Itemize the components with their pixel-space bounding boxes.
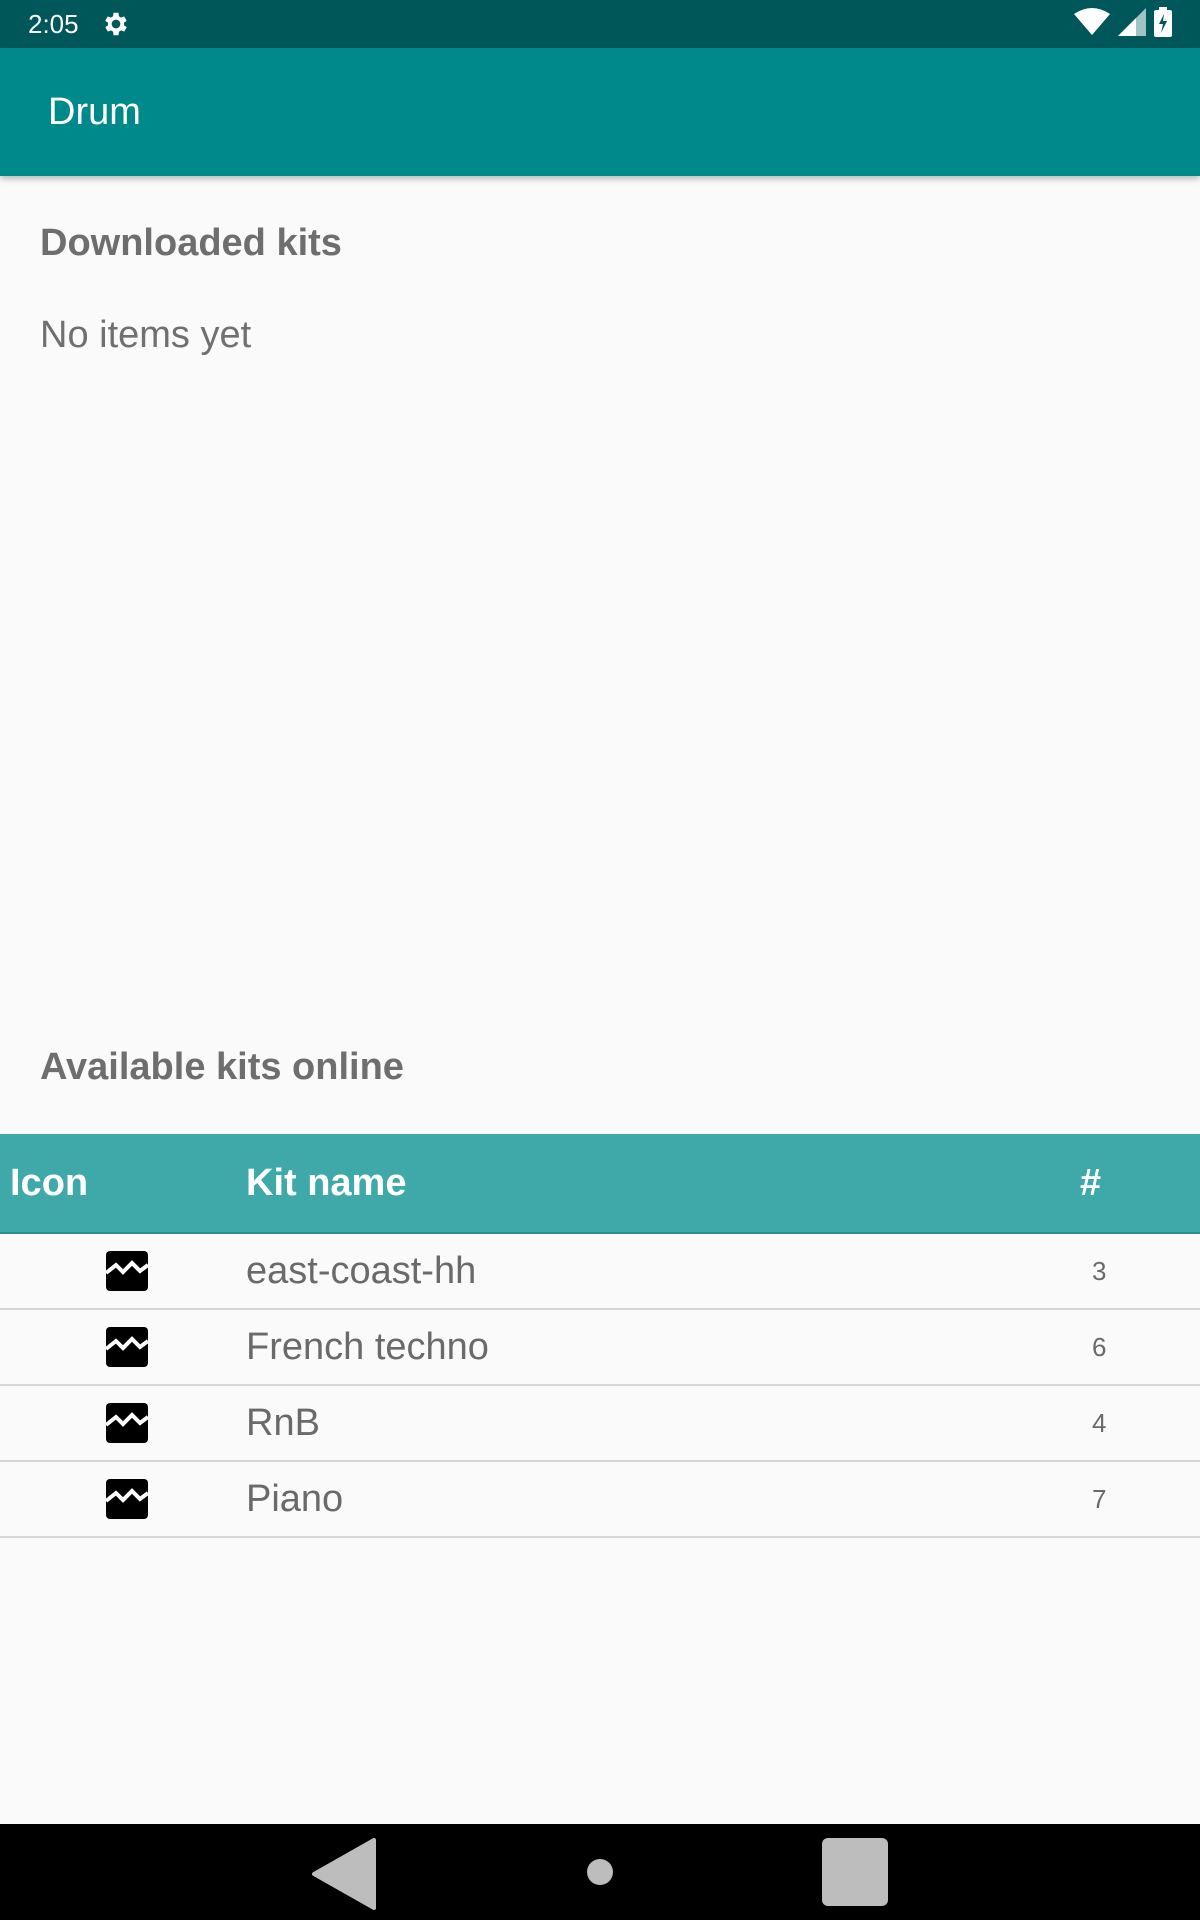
battery-charging-icon xyxy=(1154,6,1172,42)
table-header: Icon Kit name # xyxy=(0,1134,1200,1234)
status-time: 2:05 xyxy=(28,8,79,39)
cell-signal-icon xyxy=(1118,7,1146,41)
kit-count: 3 xyxy=(1092,1255,1107,1286)
waveform-icon xyxy=(0,1327,246,1367)
table-row[interactable]: RnB 4 xyxy=(0,1386,1200,1462)
column-header-icon: Icon xyxy=(10,1161,89,1204)
available-kits-title: Available kits online xyxy=(40,1046,404,1088)
recents-icon[interactable] xyxy=(822,1838,888,1906)
app-title: Drum xyxy=(48,90,141,133)
back-icon[interactable] xyxy=(310,1838,376,1910)
downloaded-kits-title: Downloaded kits xyxy=(40,222,342,264)
waveform-icon xyxy=(0,1251,246,1291)
downloaded-empty-text: No items yet xyxy=(40,314,252,356)
table-row[interactable]: French techno 6 xyxy=(0,1310,1200,1386)
kit-name: east-coast-hh xyxy=(246,1249,477,1292)
table-row[interactable]: east-coast-hh 3 xyxy=(0,1234,1200,1310)
kit-count: 4 xyxy=(1092,1407,1107,1438)
home-icon[interactable] xyxy=(586,1858,614,1886)
navigation-bar xyxy=(0,1824,1200,1920)
available-kits-table: Icon Kit name # east-coast-hh 3 French t… xyxy=(0,1134,1200,1538)
settings-gear-icon xyxy=(101,9,131,39)
wifi-icon xyxy=(1074,7,1110,41)
kit-count: 6 xyxy=(1092,1331,1107,1362)
kit-count: 7 xyxy=(1092,1483,1107,1514)
kit-name: French techno xyxy=(246,1325,489,1368)
kit-name: RnB xyxy=(246,1401,320,1444)
waveform-icon xyxy=(0,1403,246,1443)
column-header-kit-name: Kit name xyxy=(246,1161,407,1204)
app-bar: Drum xyxy=(0,48,1200,176)
column-header-count: # xyxy=(1080,1161,1102,1204)
table-row[interactable]: Piano 7 xyxy=(0,1462,1200,1538)
kit-name: Piano xyxy=(246,1477,344,1520)
status-bar: 2:05 xyxy=(0,0,1200,48)
waveform-icon xyxy=(0,1479,246,1519)
